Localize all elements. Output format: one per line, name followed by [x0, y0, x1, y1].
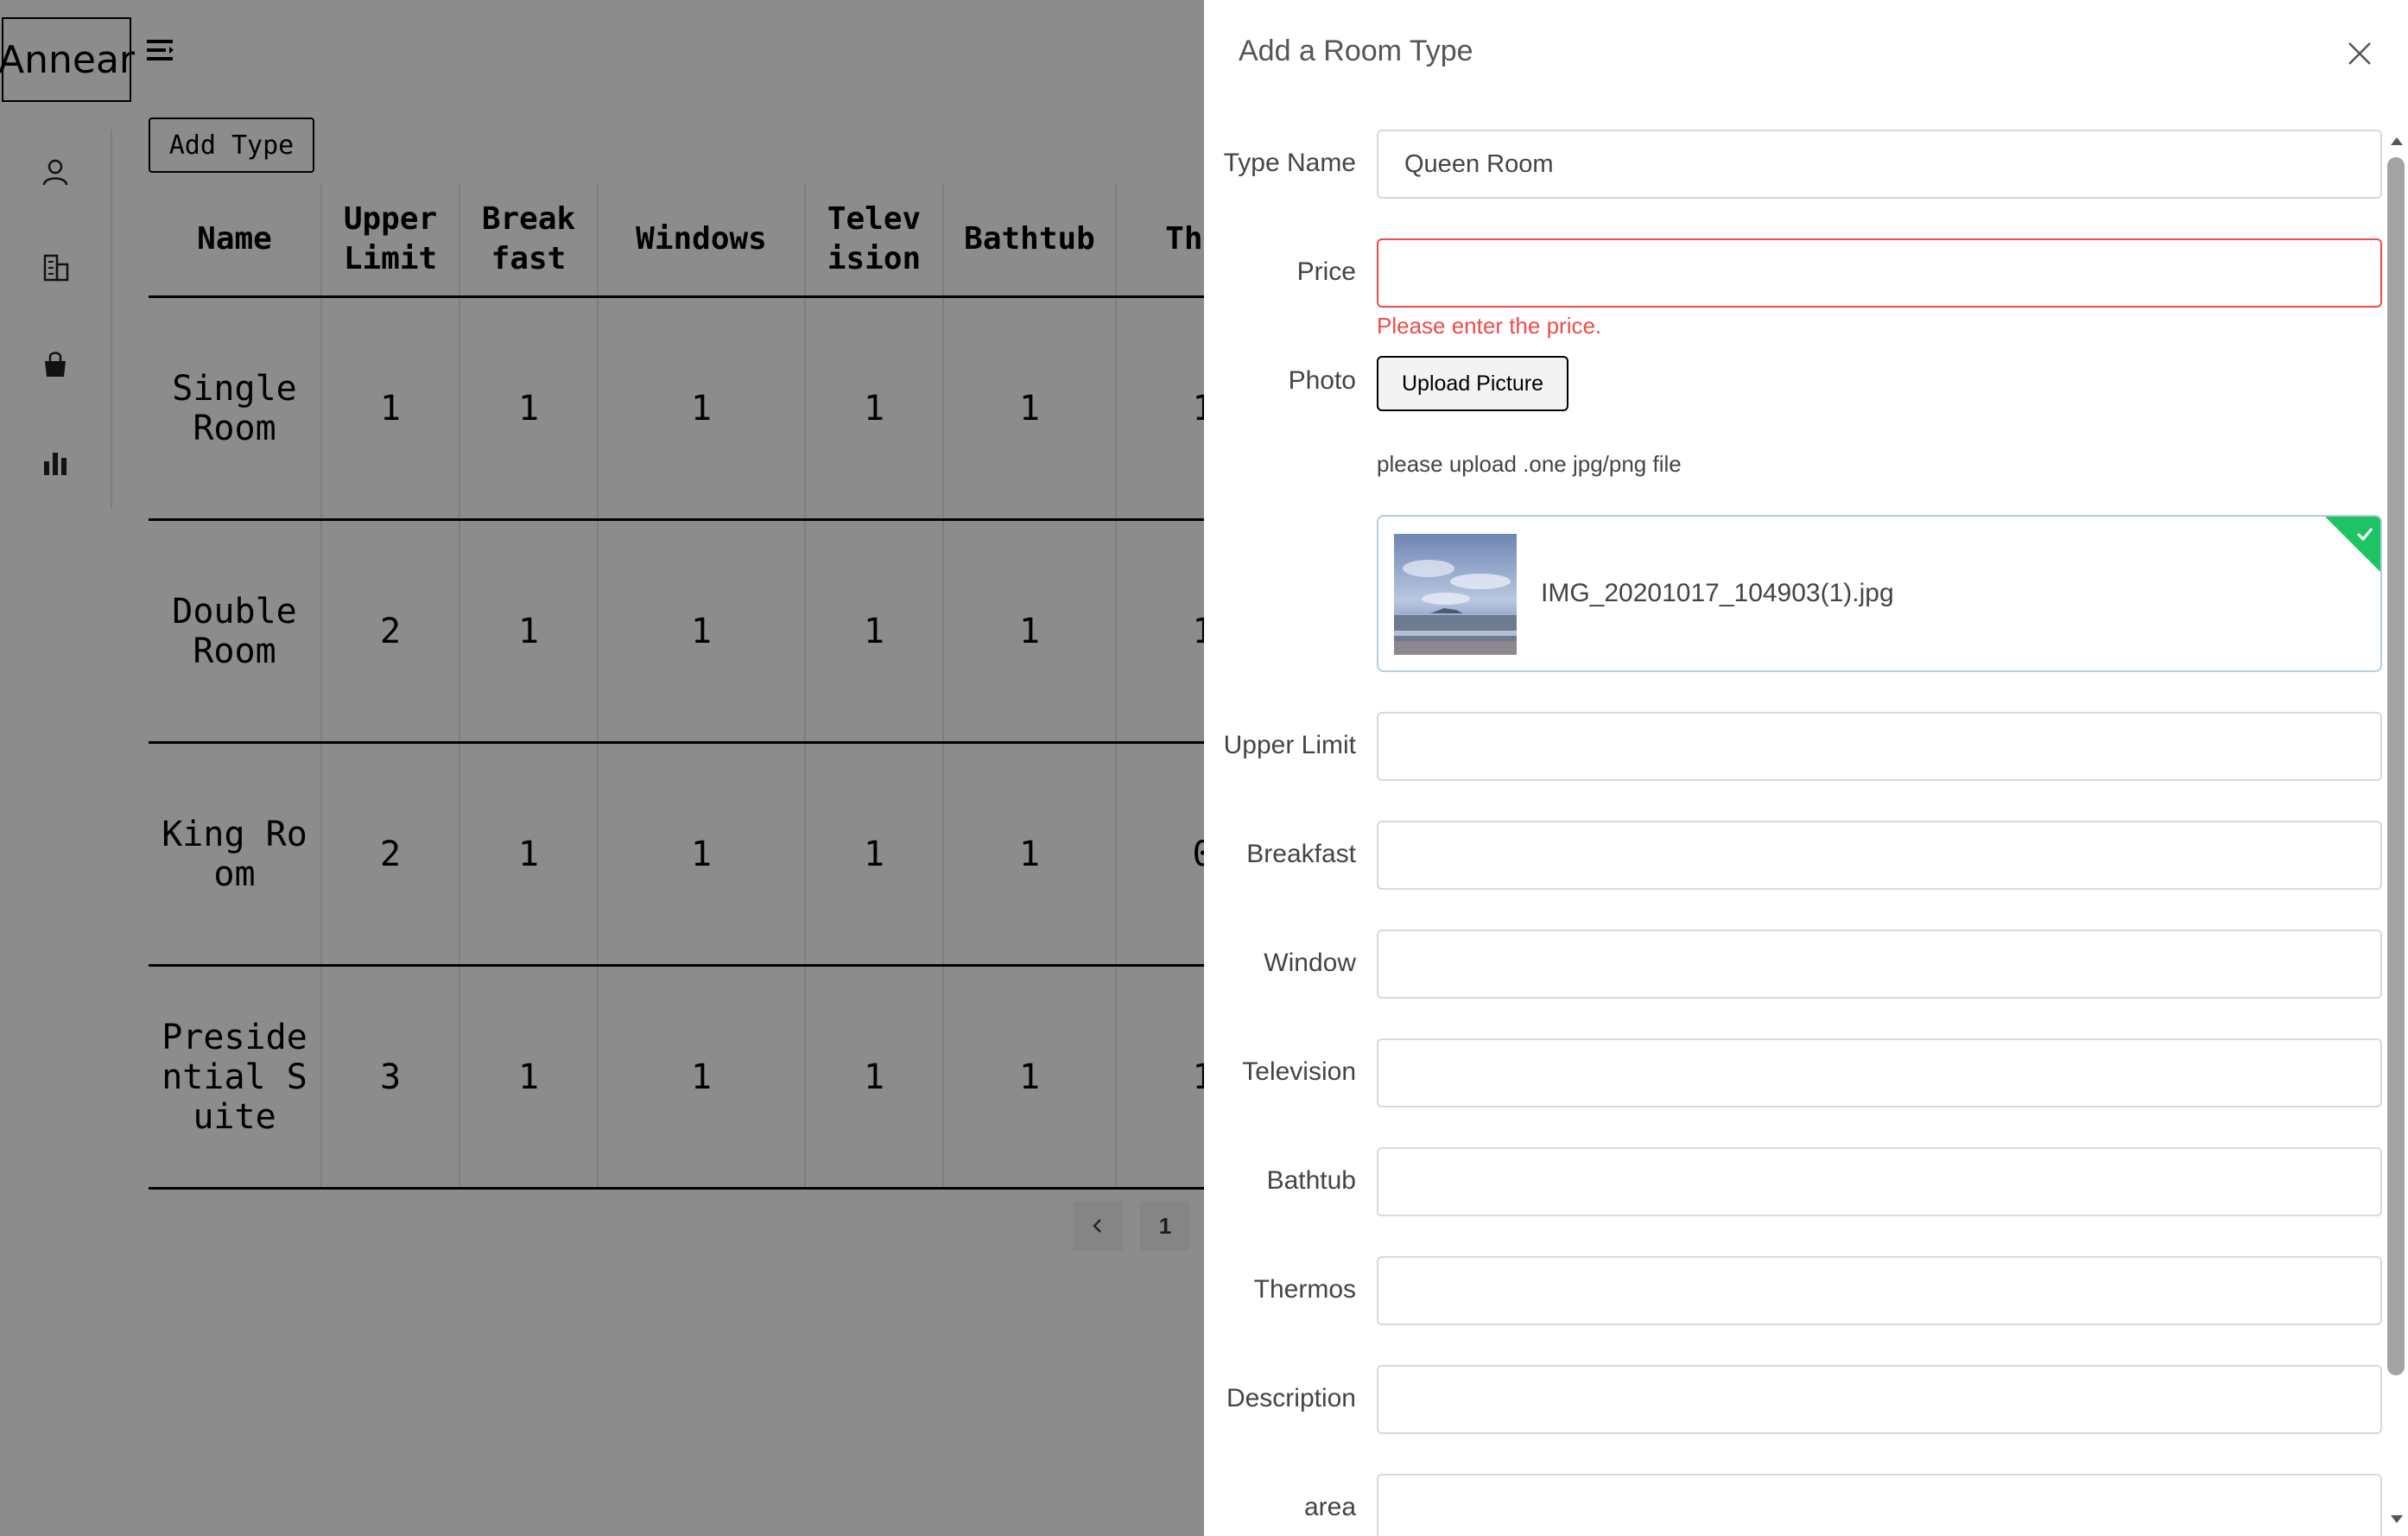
uploaded-file-name: IMG_20201017_104903(1).jpg: [1541, 579, 1894, 607]
upload-hint: please upload .one jpg/png file: [1377, 451, 1682, 477]
drawer-title: Add a Room Type: [1239, 35, 1473, 67]
area-input[interactable]: [1377, 1474, 2382, 1536]
price-label: Price: [1296, 257, 1356, 286]
uploaded-photo-thumbnail: [1394, 534, 1517, 655]
window-input[interactable]: [1377, 930, 2382, 999]
price-error-message: Please enter the price.: [1377, 313, 1602, 339]
scroll-up-arrow-icon[interactable]: [2389, 135, 2405, 147]
drawer-scrollbar-thumb[interactable]: [2387, 157, 2405, 1375]
photo-label: Photo: [1288, 366, 1356, 395]
upload-success-check-icon: [2325, 517, 2380, 572]
type-name-value: Queen Room: [1404, 149, 1554, 178]
scroll-down-arrow-icon[interactable]: [2389, 1514, 2405, 1526]
upper-limit-label: Upper Limit: [1223, 731, 1356, 759]
television-input[interactable]: [1377, 1038, 2382, 1108]
thermos-label: Thermos: [1253, 1275, 1356, 1304]
type-name-input[interactable]: Queen Room: [1377, 130, 2382, 199]
modal-mask[interactable]: [0, 0, 1204, 1536]
type-name-label: Type Name: [1223, 149, 1356, 177]
bathtub-input[interactable]: [1377, 1147, 2382, 1216]
breakfast-label: Breakfast: [1246, 840, 1356, 868]
upper-limit-input[interactable]: [1377, 712, 2382, 781]
area-label: area: [1303, 1493, 1356, 1521]
television-label: Television: [1242, 1057, 1356, 1086]
thermos-input[interactable]: [1377, 1256, 2382, 1325]
description-input[interactable]: [1377, 1365, 2382, 1434]
add-room-type-drawer: Add a Room Type Type Name Queen Room Pri…: [1204, 0, 2408, 1536]
upload-picture-button[interactable]: Upload Picture: [1377, 356, 1568, 411]
bathtub-label: Bathtub: [1266, 1166, 1356, 1195]
breakfast-input[interactable]: [1377, 821, 2382, 890]
uploaded-file-card[interactable]: IMG_20201017_104903(1).jpg: [1377, 515, 2382, 672]
window-label: Window: [1264, 949, 1356, 977]
description-label: Description: [1226, 1384, 1356, 1412]
price-input[interactable]: [1377, 238, 2382, 308]
close-icon[interactable]: [2342, 36, 2377, 71]
